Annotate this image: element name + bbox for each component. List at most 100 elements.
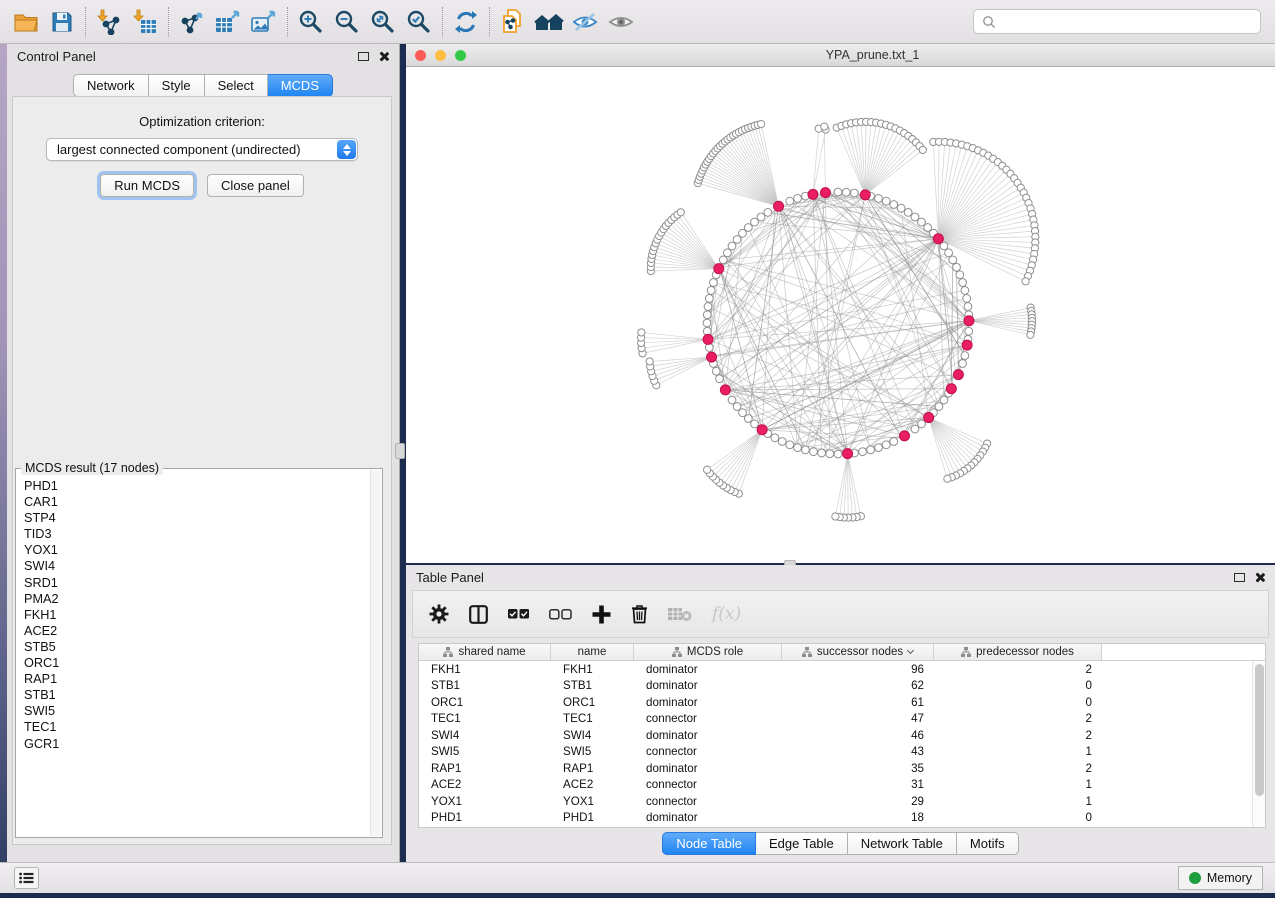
tab-network-table[interactable]: Network Table — [848, 832, 957, 855]
add-column-button[interactable] — [592, 605, 611, 624]
column-header-successor-nodes[interactable]: successor nodes — [782, 644, 934, 660]
table-cell: STB1 — [419, 679, 551, 692]
zoom-out-button[interactable] — [329, 5, 365, 39]
table-row[interactable]: ORC1ORC1dominator610 — [419, 694, 1265, 711]
table-row[interactable]: SWI4SWI4dominator462 — [419, 727, 1265, 744]
export-network-button[interactable] — [174, 5, 210, 39]
show-all-button[interactable] — [603, 5, 639, 39]
column-header-shared-name[interactable]: shared name — [419, 644, 551, 660]
export-image-button[interactable] — [246, 5, 282, 39]
tab-select[interactable]: Select — [205, 74, 268, 97]
delete-column-button[interactable] — [631, 604, 648, 624]
table-settings-button[interactable] — [429, 604, 449, 624]
desktop-wallpaper-strip — [0, 44, 7, 893]
float-table-panel-icon[interactable] — [1234, 573, 1245, 582]
close-panel-button[interactable]: Close panel — [207, 174, 304, 197]
mcds-result-item[interactable]: ORC1 — [24, 655, 382, 671]
tab-node-table[interactable]: Node Table — [662, 832, 756, 855]
table-row[interactable]: SWI5SWI5connector431 — [419, 744, 1265, 761]
tab-network[interactable]: Network — [73, 74, 149, 97]
network-window-titlebar[interactable]: YPA_prune.txt_1 — [406, 44, 1275, 67]
network-graph[interactable] — [406, 67, 1275, 563]
table-cell: SWI5 — [419, 745, 551, 758]
mcds-result-item[interactable]: STB1 — [24, 687, 382, 703]
table-cell: ACE2 — [551, 778, 634, 791]
table-cell: 61 — [782, 696, 934, 709]
mcds-result-item[interactable]: SRD1 — [24, 575, 382, 591]
table-cell: 96 — [782, 663, 934, 676]
mcds-result-item[interactable]: PHD1 — [24, 478, 382, 494]
tab-edge-table[interactable]: Edge Table — [756, 832, 848, 855]
mcds-result-list[interactable]: PHD1CAR1STP4TID3YOX1SWI4SRD1PMA2FKH1ACE2… — [16, 469, 382, 837]
mcds-result-item[interactable]: STP4 — [24, 510, 382, 526]
mcds-result-item[interactable]: GCR1 — [24, 736, 382, 752]
table-row[interactable]: ACE2ACE2connector311 — [419, 777, 1265, 794]
import-table-icon — [132, 9, 158, 35]
table-scrollbar[interactable] — [1252, 661, 1265, 827]
close-panel-icon[interactable] — [378, 51, 389, 62]
zoom-selected-button[interactable] — [401, 5, 437, 39]
mcds-result-item[interactable]: ACE2 — [24, 623, 382, 639]
mcds-list-scrollbar[interactable] — [370, 470, 381, 836]
import-table-button[interactable] — [127, 5, 163, 39]
select-all-rows-button[interactable] — [508, 609, 529, 619]
table-cell: dominator — [634, 762, 782, 775]
table-row[interactable]: YOX1YOX1connector291 — [419, 793, 1265, 810]
column-header-predecessor-nodes[interactable]: predecessor nodes — [934, 644, 1102, 660]
table-cell: 0 — [934, 679, 1102, 692]
column-visibility-button[interactable] — [469, 605, 488, 624]
table-panel: Table Panel — [406, 565, 1275, 862]
mcds-result-item[interactable]: RAP1 — [24, 671, 382, 687]
table-row[interactable]: RAP1RAP1dominator352 — [419, 760, 1265, 777]
table-scrollbar-thumb[interactable] — [1255, 664, 1264, 796]
table-row[interactable]: PHD1PHD1dominator180 — [419, 810, 1265, 827]
first-neighbors-button[interactable] — [531, 5, 567, 39]
table-cell: 1 — [934, 778, 1102, 791]
mcds-result-item[interactable]: TEC1 — [24, 719, 382, 735]
save-session-button[interactable] — [44, 5, 80, 39]
close-table-panel-icon[interactable] — [1254, 572, 1265, 583]
deselect-all-rows-button[interactable] — [549, 609, 572, 620]
network-canvas[interactable] — [406, 67, 1275, 563]
zoom-fit-button[interactable] — [365, 5, 401, 39]
vertical-splitter-handle[interactable] — [395, 443, 405, 459]
mcds-result-item[interactable]: PMA2 — [24, 591, 382, 607]
export-network-icon — [179, 9, 205, 35]
mcds-result-item[interactable]: FKH1 — [24, 607, 382, 623]
open-file-button[interactable] — [8, 5, 44, 39]
criterion-dropdown[interactable]: largest connected component (undirected) — [46, 138, 358, 161]
mcds-result-item[interactable]: CAR1 — [24, 494, 382, 510]
export-table-button[interactable] — [210, 5, 246, 39]
table-toolbar: f(x) — [412, 590, 1269, 638]
table-row[interactable]: TEC1TEC1connector472 — [419, 711, 1265, 728]
import-network-button[interactable] — [91, 5, 127, 39]
mcds-panel-content: Optimization criterion: largest connecte… — [12, 96, 392, 845]
column-header-name[interactable]: name — [551, 644, 634, 660]
search-input[interactable] — [997, 15, 1260, 29]
export-table-icon — [214, 9, 242, 35]
table-row[interactable]: STB1STB1dominator620 — [419, 678, 1265, 695]
tab-motifs[interactable]: Motifs — [957, 832, 1019, 855]
float-panel-icon[interactable] — [358, 52, 369, 61]
mcds-result-item[interactable]: YOX1 — [24, 542, 382, 558]
mcds-result-item[interactable]: SWI4 — [24, 558, 382, 574]
search-field[interactable] — [973, 9, 1261, 34]
table-cell: SWI4 — [419, 729, 551, 742]
mcds-result-item[interactable]: TID3 — [24, 526, 382, 542]
hide-selected-button[interactable] — [567, 5, 603, 39]
task-history-button[interactable] — [14, 867, 39, 889]
run-mcds-button[interactable]: Run MCDS — [100, 174, 194, 197]
table-row[interactable]: FKH1FKH1dominator962 — [419, 661, 1265, 678]
zoom-in-button[interactable] — [293, 5, 329, 39]
apply-layout-button[interactable] — [448, 5, 484, 39]
tab-style[interactable]: Style — [149, 74, 205, 97]
mcds-result-item[interactable]: SWI5 — [24, 703, 382, 719]
mcds-result-item[interactable]: STB5 — [24, 639, 382, 655]
memory-button[interactable]: Memory — [1178, 866, 1263, 890]
table-cell: 2 — [934, 712, 1102, 725]
window-close-icon[interactable] — [415, 50, 426, 61]
zoom-out-icon — [334, 9, 360, 35]
tab-mcds[interactable]: MCDS — [268, 74, 333, 97]
column-header-mcds-role[interactable]: MCDS role — [634, 644, 782, 660]
new-network-from-selection-button[interactable] — [495, 5, 531, 39]
